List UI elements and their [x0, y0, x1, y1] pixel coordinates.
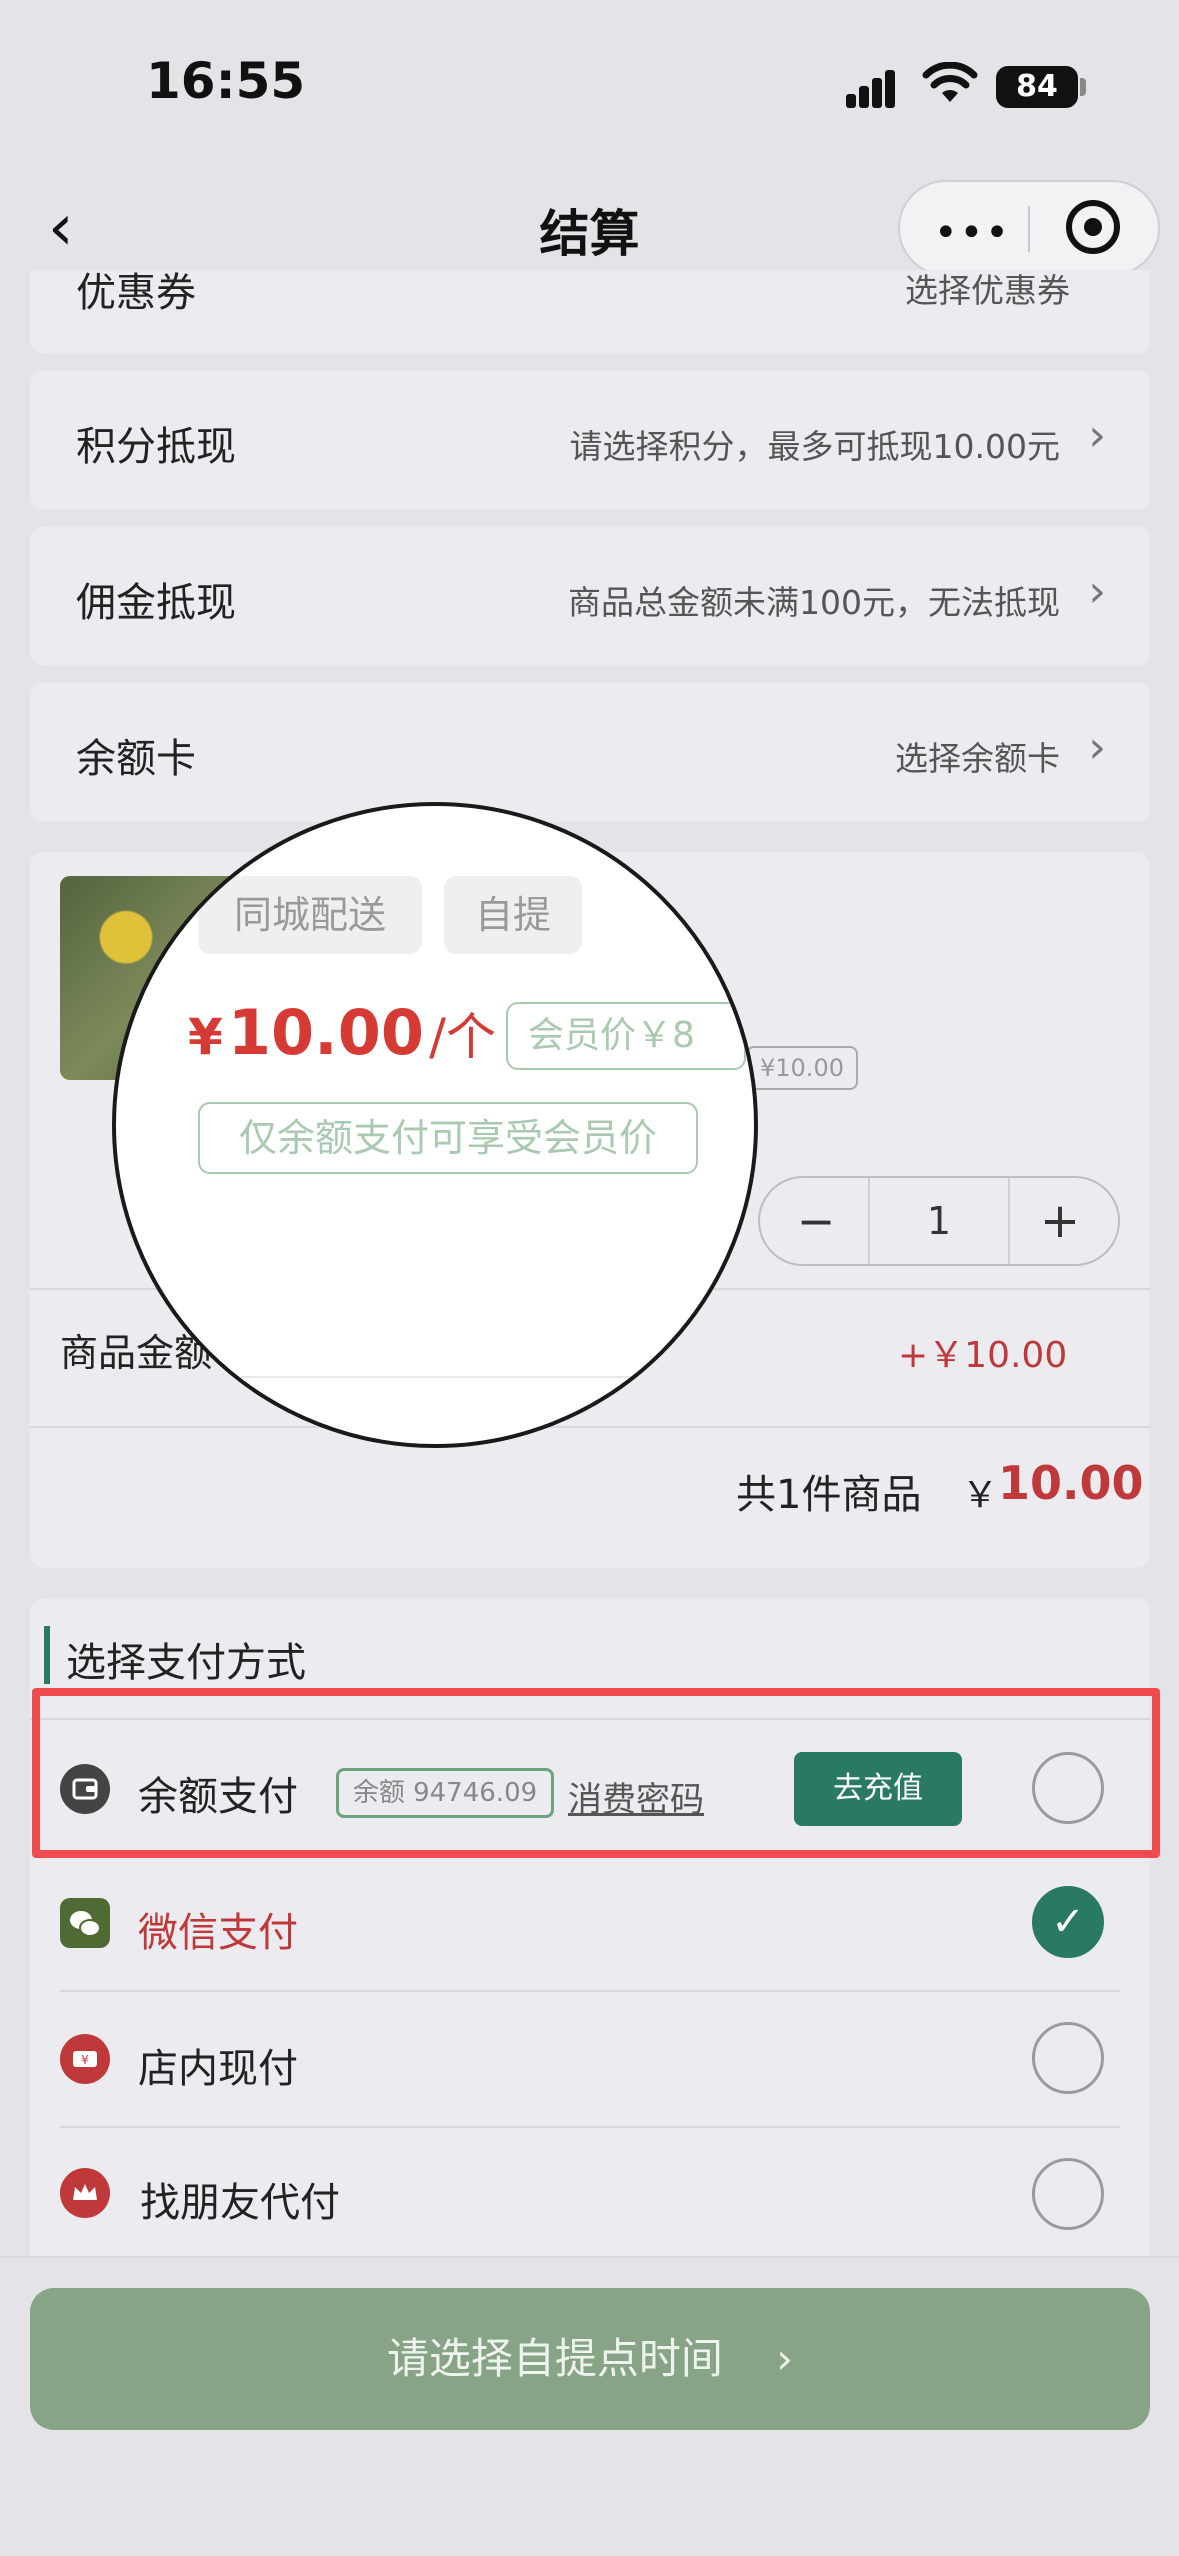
wechat-icon [60, 1898, 110, 1948]
wifi-icon [922, 62, 978, 102]
member-price-tag: 会员价￥8 [506, 1002, 746, 1070]
price-symbol: ¥ [188, 1008, 223, 1066]
price-unit: /个 [429, 1008, 496, 1066]
product-price: ¥ 10.00 /个 [188, 996, 496, 1069]
balance-card-value: 选择余额卡 [895, 739, 1060, 778]
chevron-right-icon: › [776, 2334, 794, 2383]
highlight-box [32, 1688, 1160, 1858]
divider [30, 1426, 1150, 1428]
crown-icon [60, 2168, 110, 2218]
total-count: 共1件商品 [736, 1472, 922, 1518]
balance-card-label: 余额卡 [76, 736, 196, 782]
balance-card-row[interactable]: 余额卡 选择余额卡 › [30, 682, 1150, 822]
submit-label: 请选择自提点时间 [386, 2334, 723, 2383]
coupon-row[interactable]: 优惠券 选择优惠券 [30, 270, 1150, 354]
delivery-tag-pickup[interactable]: 自提 [444, 876, 582, 954]
divider [116, 1376, 754, 1378]
friend-pay-radio[interactable] [1032, 2158, 1104, 2230]
cash-icon: ¥ [60, 2034, 110, 2084]
price-amount: 10.00 [227, 996, 425, 1069]
battery-indicator: 84 [996, 66, 1078, 108]
total-symbol: ￥ [962, 1475, 999, 1516]
increase-button[interactable]: + [1010, 1180, 1110, 1262]
chevron-right-icon: › [1088, 722, 1106, 773]
friend-pay-label[interactable]: 找朋友代付 [140, 2170, 340, 2228]
decrease-button[interactable]: − [770, 1180, 862, 1262]
points-value: 请选择积分，最多可抵现10.00元 [569, 427, 1060, 466]
commission-row[interactable]: 佣金抵现 商品总金额未满100元，无法抵现 › [30, 526, 1150, 666]
original-price-tag: ¥10.00 [746, 1046, 858, 1090]
chevron-right-icon: › [1088, 566, 1106, 617]
wechat-pay-label[interactable]: 微信支付 [138, 1900, 298, 1958]
more-dots-icon[interactable]: ••• [934, 210, 1011, 256]
coupon-label: 优惠券 [76, 270, 196, 316]
total-value: 10.00 [998, 1456, 1144, 1510]
payment-section-title: 选择支付方式 [66, 1640, 306, 1686]
commission-value: 商品总金额未满100元，无法抵现 [568, 583, 1060, 622]
section-accent-bar [44, 1626, 50, 1684]
coupon-value: 选择优惠券 [905, 271, 1070, 310]
divider [60, 1990, 1120, 1992]
wechat-pay-radio[interactable]: ✓ [1032, 1886, 1104, 1958]
capsule-divider [1028, 206, 1030, 252]
delivery-tag-city[interactable]: 同城配送 [198, 876, 422, 954]
target-icon[interactable] [1066, 200, 1120, 254]
chevron-right-icon: › [1088, 410, 1106, 461]
battery-tip [1080, 78, 1086, 96]
points-row[interactable]: 积分抵现 请选择积分，最多可抵现10.00元 › [30, 370, 1150, 510]
member-price-note: 仅余额支付可享受会员价 [198, 1102, 698, 1174]
divider [60, 2126, 1120, 2128]
goods-amount-value: +￥10.00 [898, 1335, 1068, 1376]
quantity-value[interactable]: 1 [870, 1180, 1008, 1262]
signal-icon [846, 68, 908, 108]
svg-text:¥: ¥ [81, 2053, 89, 2067]
in-store-pay-radio[interactable] [1032, 2022, 1104, 2094]
magnifier-overlay: 同城配送 自提 ¥ 10.00 /个 会员价￥8 仅余额支付可享受会员价 [112, 802, 758, 1448]
points-label: 积分抵现 [76, 424, 236, 470]
in-store-pay-label[interactable]: 店内现付 [138, 2036, 298, 2094]
submit-button[interactable]: 请选择自提点时间 › [30, 2288, 1150, 2430]
status-time: 16:55 [146, 52, 306, 110]
commission-label: 佣金抵现 [76, 580, 236, 626]
